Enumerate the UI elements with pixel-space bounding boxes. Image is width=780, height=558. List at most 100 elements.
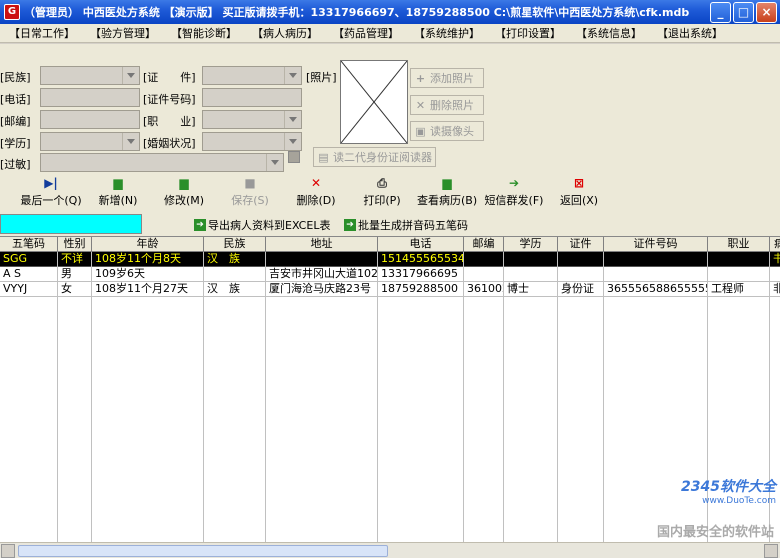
menu-system-info[interactable]: 【系统信息】 <box>576 25 642 41</box>
column-divider <box>377 252 378 542</box>
column-divider <box>91 252 92 542</box>
job-label: [职 业] <box>143 115 196 128</box>
chevron-down-icon <box>289 139 297 144</box>
scroll-left-button[interactable] <box>1 544 15 558</box>
col-gender[interactable]: 性别 <box>58 237 92 252</box>
watermark-slogan: 国内最安全的软件站 <box>656 525 774 540</box>
print-button[interactable]: ⎙ 打印(P) <box>360 176 404 210</box>
col-edu[interactable]: 学历 <box>504 237 558 252</box>
empty-photo-icon <box>340 60 408 144</box>
col-phone[interactable]: 电话 <box>378 237 464 252</box>
edit-icon: ▆ <box>179 176 189 190</box>
camera-icon: ▣ <box>415 124 426 138</box>
column-divider <box>503 252 504 542</box>
record-toolbar: ▶| 最后一个(Q) ▆ 新增(N) ▆ 修改(M) ■ 保存(S) ✕ 删除(D) ⎙ 打… <box>0 172 780 212</box>
last-record-button[interactable]: ▶| 最后一个(Q) <box>20 176 82 210</box>
column-divider <box>557 252 558 542</box>
printer-icon: ⎙ <box>377 176 387 190</box>
chevron-down-icon <box>289 73 297 78</box>
chevron-down-icon <box>271 160 279 165</box>
col-job[interactable]: 职业 <box>708 237 770 252</box>
menu-prescription[interactable]: 【验方管理】 <box>90 25 156 41</box>
search-input[interactable] <box>0 214 142 234</box>
col-wubi[interactable]: 五笔码 <box>0 237 58 252</box>
horizontal-scrollbar[interactable] <box>0 542 780 558</box>
menu-patient-records[interactable]: 【病人病历】 <box>252 25 318 41</box>
skip-end-icon: ▶| <box>44 176 58 190</box>
menu-daily-work[interactable]: 【日常工作】 <box>9 25 75 41</box>
menu-exit[interactable]: 【退出系统】 <box>657 25 723 41</box>
table-row[interactable]: A S 男 109岁6天 吉安市井冈山大道102号 13317966695 <box>0 267 780 282</box>
column-divider <box>603 252 604 542</box>
read-camera-button[interactable]: ▣ 读摄像头 <box>410 121 484 141</box>
minimize-button[interactable]: _ <box>710 1 731 23</box>
gen-codes-button[interactable]: ➔ 批量生成拼音码五笔码 <box>344 217 468 233</box>
new-doc-icon: ▆ <box>113 176 123 190</box>
table-row[interactable]: SGG 不详 108岁11个月8天 汉 族 151455565534 书 <box>0 252 780 267</box>
arrow-right-icon: ➔ <box>508 176 520 190</box>
view-record-button[interactable]: ▆ 查看病历(B) <box>417 176 477 210</box>
watermark-url: www.DuoTe.com <box>702 496 776 506</box>
job-select[interactable] <box>202 110 302 129</box>
close-button[interactable]: × <box>756 1 777 23</box>
chevron-down-icon <box>289 117 297 122</box>
close-icon: ⊠ <box>573 176 585 190</box>
sms-broadcast-button[interactable]: ➔ 短信群发(F) <box>484 176 544 210</box>
col-age[interactable]: 年龄 <box>92 237 204 252</box>
delete-photo-button[interactable]: ✕ 删除照片 <box>410 95 484 115</box>
export-row: ➔ 导出病人资料到EXCEL表 ➔ 批量生成拼音码五笔码 <box>0 212 780 236</box>
cert-select[interactable] <box>202 66 302 85</box>
menu-maintenance[interactable]: 【系统维护】 <box>414 25 480 41</box>
col-disease[interactable]: 病 <box>770 237 780 252</box>
phone-input[interactable] <box>40 88 140 107</box>
add-button[interactable]: ▆ 新增(N) <box>96 176 140 210</box>
post-input[interactable] <box>40 110 140 129</box>
photo-label: [照片] <box>306 71 337 84</box>
save-button[interactable]: ■ 保存(S) <box>228 176 272 210</box>
save-icon: ■ <box>244 176 256 190</box>
back-button[interactable]: ⊠ 返回(X) <box>557 176 601 210</box>
menu-print-settings[interactable]: 【打印设置】 <box>495 25 561 41</box>
column-divider <box>463 252 464 542</box>
col-address[interactable]: 地址 <box>266 237 378 252</box>
generate-icon: ➔ <box>344 219 356 231</box>
table-row[interactable]: VYYJ 女 108岁11个月27天 汉 族 厦门海沧马庆路23号 187592… <box>0 282 780 297</box>
nation-select[interactable] <box>40 66 140 85</box>
col-post[interactable]: 邮编 <box>464 237 504 252</box>
delete-icon: ✕ <box>415 98 426 112</box>
phone-label: [电话] <box>0 93 31 106</box>
allergy-label: [过敏] <box>0 158 31 171</box>
watermark-logo: 2345软件大全 <box>681 479 776 495</box>
cert-label: [证 件] <box>143 71 196 84</box>
title-bar[interactable]: G （管理员） 中西医处方系统 【演示版】 买正版请拨手机：1331796669… <box>0 0 780 24</box>
marriage-select[interactable] <box>202 132 302 151</box>
export-excel-button[interactable]: ➔ 导出病人资料到EXCEL表 <box>194 217 330 233</box>
allergy-extra-button[interactable] <box>288 151 300 163</box>
edu-label: [学历] <box>0 137 31 150</box>
edit-button[interactable]: ▆ 修改(M) <box>162 176 206 210</box>
allergy-select[interactable] <box>40 153 284 172</box>
read-idcard-button[interactable]: ▤ 读二代身份证阅读器 <box>313 147 436 167</box>
scroll-right-button[interactable] <box>764 544 778 558</box>
col-cert[interactable]: 证件 <box>558 237 604 252</box>
delete-button[interactable]: ✕ 删除(D) <box>294 176 338 210</box>
add-photo-button[interactable]: + 添加照片 <box>410 68 484 88</box>
menu-bar: 【日常工作】 【验方管理】 【智能诊断】 【病人病历】 【药品管理】 【系统维护… <box>0 24 780 43</box>
col-cert-no[interactable]: 证件号码 <box>604 237 708 252</box>
chevron-down-icon <box>127 73 135 78</box>
menu-drugs[interactable]: 【药品管理】 <box>333 25 399 41</box>
maximize-button[interactable]: □ <box>733 1 754 23</box>
col-nation[interactable]: 民族 <box>204 237 266 252</box>
edu-select[interactable] <box>40 132 140 151</box>
cert-no-input[interactable] <box>202 88 302 107</box>
delete-icon: ✕ <box>310 176 322 190</box>
marriage-label: [婚姻状况] <box>143 137 196 150</box>
record-icon: ▆ <box>442 176 452 190</box>
grid-header: 五笔码 性别 年龄 民族 地址 电话 邮编 学历 证件 证件号码 职业 病 <box>0 237 780 252</box>
menu-diagnosis[interactable]: 【智能诊断】 <box>171 25 237 41</box>
app-logo-icon: G <box>4 4 20 20</box>
cert-no-label: [证件号码] <box>143 93 196 106</box>
scroll-thumb[interactable] <box>18 545 388 557</box>
photo-placeholder <box>340 60 408 144</box>
chevron-down-icon <box>127 139 135 144</box>
